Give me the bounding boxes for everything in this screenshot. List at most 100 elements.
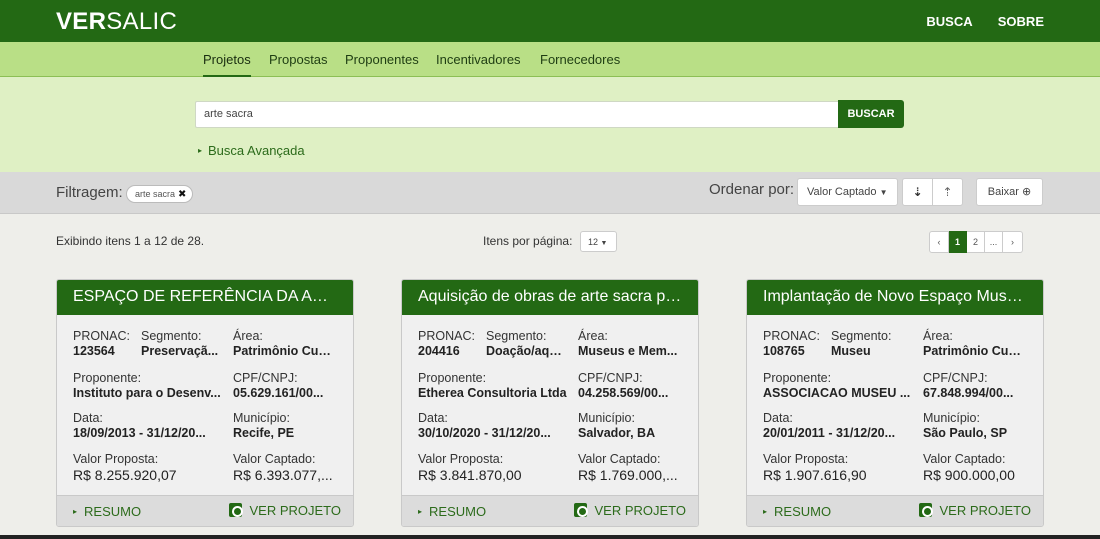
data-field: Data: 20/01/2011 - 31/12/20... — [763, 411, 916, 440]
nav-busca[interactable]: BUSCA — [926, 14, 972, 29]
search-area: arte sacra BUSCAR ▸ Busca Avançada — [0, 77, 1100, 172]
tab-projetos[interactable]: Projetos — [203, 52, 251, 78]
caret-right-icon: ▸ — [198, 146, 203, 155]
valor-captado-field: Valor Captado: R$ 1.769.000,... — [578, 452, 686, 483]
caret-right-icon: ▸ — [418, 507, 423, 516]
area-field: Área: Museus e Mem... — [578, 329, 678, 358]
data-field: Data: 18/09/2013 - 31/12/20... — [73, 411, 226, 440]
brand-logo[interactable]: VERSALIC — [56, 8, 177, 36]
data-field-label: Data: — [763, 411, 793, 425]
caret-right-icon: ▸ — [763, 507, 768, 516]
filter-chip: arte sacra ✖ — [126, 185, 194, 203]
valor-proposta-label: Valor Proposta: — [763, 452, 849, 466]
caret-down-icon: ▼ — [600, 240, 608, 247]
proponente-field-label: Proponente: — [763, 371, 832, 385]
top-nav: BUSCA SOBRE — [904, 14, 1044, 29]
area-field-label: Área: — [578, 329, 608, 343]
segmento-field: Segmento: Museu — [831, 329, 911, 358]
page-1-button[interactable]: 1 — [949, 231, 967, 253]
order-select[interactable]: Valor Captado ▼ — [797, 178, 898, 206]
valor-captado-value: R$ 6.393.077,... — [233, 467, 333, 483]
resumo-button[interactable]: ▸ RESUMO — [73, 504, 141, 519]
caret-right-icon: ▸ — [73, 507, 78, 516]
next-page-button[interactable]: › — [1003, 231, 1023, 253]
pagination: ‹ 1 2 ... › — [929, 231, 1023, 253]
ver-projeto-button[interactable]: VER PROJETO — [919, 503, 1031, 518]
data-field-value: 30/10/2020 - 31/12/20... — [418, 426, 551, 440]
municipio-field-label: Município: — [578, 411, 635, 425]
document-search-icon — [229, 503, 244, 517]
valor-captado-value: R$ 1.769.000,... — [578, 467, 678, 483]
proponente-field-label: Proponente: — [73, 371, 142, 385]
cnpj-field: CPF/CNPJ: 05.629.161/00... — [233, 371, 333, 400]
municipio-field: Município: Salvador, BA — [578, 411, 678, 440]
search-input[interactable]: arte sacra — [195, 101, 838, 128]
tab-propostas[interactable]: Propostas — [269, 52, 328, 67]
valor-proposta-field: Valor Proposta: R$ 3.841.870,00 — [418, 452, 571, 483]
proponente-field-value: Instituto para o Desenv... — [73, 386, 221, 400]
valor-captado-label: Valor Captado: — [233, 452, 316, 466]
document-search-icon — [919, 503, 934, 517]
proponente-field: Proponente: ASSOCIACAO MUSEU ... — [763, 371, 916, 400]
valor-proposta-label: Valor Proposta: — [418, 452, 504, 466]
per-page-label: Itens por página: — [483, 234, 573, 248]
data-field-value: 20/01/2011 - 31/12/20... — [763, 426, 896, 440]
segmento-field: Segmento: Doação/aqu... — [486, 329, 566, 358]
nav-sobre[interactable]: SOBRE — [998, 14, 1044, 29]
municipio-field-label: Município: — [233, 411, 290, 425]
data-field-label: Data: — [418, 411, 448, 425]
card-footer: ▸ RESUMO VER PROJETO — [57, 495, 353, 526]
page-2-button[interactable]: 2 — [967, 231, 985, 253]
cnpj-field-label: CPF/CNPJ: — [578, 371, 643, 385]
area-field-value: Museus e Mem... — [578, 344, 678, 358]
cnpj-field-label: CPF/CNPJ: — [233, 371, 298, 385]
area-field-value: Patrimônio Cult... — [923, 344, 1023, 358]
valor-captado-field: Valor Captado: R$ 6.393.077,... — [233, 452, 341, 483]
remove-filter-icon[interactable]: ✖ — [178, 189, 186, 200]
tab-fornecedores[interactable]: Fornecedores — [540, 52, 620, 67]
card-footer: ▸ RESUMO VER PROJETO — [402, 495, 698, 526]
segmento-field-value: Preservaçã... — [141, 344, 219, 358]
ver-projeto-button[interactable]: VER PROJETO — [574, 503, 686, 518]
ver-projeto-button[interactable]: VER PROJETO — [229, 503, 341, 518]
order-label: Ordenar por: — [709, 181, 795, 198]
proponente-field: Proponente: Instituto para o Desenv... — [73, 371, 226, 400]
proponente-field-value: Etherea Consultoria Ltda — [418, 386, 567, 400]
tab-incentivadores[interactable]: Incentivadores — [436, 52, 521, 67]
cnpj-field-label: CPF/CNPJ: — [923, 371, 988, 385]
valor-proposta-field: Valor Proposta: R$ 8.255.920,07 — [73, 452, 226, 483]
card-title[interactable]: Aquisição de obras de arte sacra pa... — [402, 280, 698, 315]
card-title[interactable]: Implantação de Novo Espaço Muse... — [747, 280, 1043, 315]
sort-descending-icon[interactable]: ⇣ — [902, 178, 933, 206]
card-title[interactable]: ESPAÇO DE REFERÊNCIA DA ART... — [57, 280, 353, 315]
municipio-field: Município: São Paulo, SP — [923, 411, 1023, 440]
tab-proponentes[interactable]: Proponentes — [345, 52, 419, 67]
segmento-field: Segmento: Preservaçã... — [141, 329, 221, 358]
resumo-button[interactable]: ▸ RESUMO — [418, 504, 486, 519]
search-button[interactable]: BUSCAR — [838, 100, 904, 128]
valor-proposta-value: R$ 8.255.920,07 — [73, 467, 177, 483]
results-count: Exibindo itens 1 a 12 de 28. — [56, 234, 205, 248]
project-card: ESPAÇO DE REFERÊNCIA DA ART... PRONAC: 1… — [56, 279, 354, 527]
page-ellipsis[interactable]: ... — [985, 231, 1003, 253]
area-field: Área: Patrimônio Cult... — [233, 329, 333, 358]
data-field-label: Data: — [73, 411, 103, 425]
sort-ascending-icon[interactable]: ⇡ — [932, 178, 963, 206]
resumo-button[interactable]: ▸ RESUMO — [763, 504, 831, 519]
proponente-field-label: Proponente: — [418, 371, 487, 385]
valor-proposta-value: R$ 3.841.870,00 — [418, 467, 522, 483]
segmento-field-label: Segmento: — [831, 329, 892, 343]
valor-captado-label: Valor Captado: — [578, 452, 661, 466]
municipio-field-value: São Paulo, SP — [923, 426, 1008, 440]
per-page-select[interactable]: 12 ▼ — [580, 231, 617, 252]
advanced-search-link[interactable]: ▸ Busca Avançada — [198, 143, 305, 158]
cnpj-field-value: 04.258.569/00... — [578, 386, 669, 400]
prev-page-button[interactable]: ‹ — [929, 231, 949, 253]
valor-captado-field: Valor Captado: R$ 900.000,00 — [923, 452, 1031, 483]
cnpj-field-value: 67.848.994/00... — [923, 386, 1014, 400]
caret-down-icon: ▼ — [879, 188, 888, 197]
cnpj-field: CPF/CNPJ: 04.258.569/00... — [578, 371, 678, 400]
download-button[interactable]: Baixar ⊕ — [976, 178, 1043, 206]
segmento-field-label: Segmento: — [141, 329, 202, 343]
page-bottom-edge — [0, 535, 1100, 539]
